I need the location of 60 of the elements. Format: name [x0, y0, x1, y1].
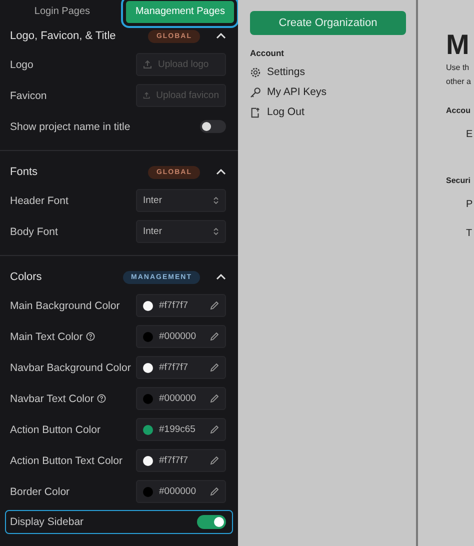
- color-input[interactable]: #199c65: [136, 418, 226, 441]
- section-title: Logo, Favicon, & Title: [10, 30, 117, 42]
- section-title: Fonts: [10, 166, 39, 178]
- color-input[interactable]: #f7f7f7: [136, 356, 226, 379]
- font-select[interactable]: Inter: [136, 189, 226, 212]
- sidebar-item[interactable]: Log Out: [250, 102, 404, 122]
- color-input[interactable]: #000000: [136, 480, 226, 503]
- tab[interactable]: Login Pages: [18, 0, 106, 23]
- color-input[interactable]: #000000: [136, 325, 226, 348]
- help-icon[interactable]: [86, 332, 95, 341]
- gear-icon: [250, 66, 261, 78]
- pencil-icon[interactable]: [210, 363, 219, 372]
- field-label: Main Background Color: [10, 300, 120, 312]
- chevron-up-icon[interactable]: [216, 33, 226, 39]
- field-label: Action Button Color: [10, 424, 100, 436]
- description-text: Use th: [446, 62, 470, 74]
- help-icon[interactable]: [96, 394, 106, 403]
- pencil-icon[interactable]: [210, 394, 219, 403]
- upload-icon: [143, 91, 150, 100]
- key-icon: [250, 86, 261, 98]
- color-input[interactable]: #f7f7f7: [136, 449, 226, 472]
- section-heading: Securi: [446, 176, 472, 185]
- description-text: other a: [446, 76, 472, 88]
- toggle-switch[interactable]: [197, 515, 226, 529]
- upload-icon: [143, 60, 152, 69]
- field-label: Navbar Text Color: [10, 392, 94, 404]
- field-label: Body Font: [10, 226, 58, 238]
- field-label: Action Button Text Color: [10, 454, 122, 466]
- field-label: Main Text Color: [10, 330, 83, 342]
- chevron-up-icon[interactable]: [216, 274, 226, 280]
- field-label: T: [465, 228, 474, 239]
- field-label: Border Color: [10, 486, 70, 498]
- sidebar-item[interactable]: Settings: [250, 62, 404, 82]
- field-label: Show project name in title: [10, 120, 130, 132]
- section-heading: Accou: [446, 106, 472, 115]
- pencil-icon[interactable]: [210, 487, 219, 496]
- up-down-caret-icon: [213, 227, 219, 236]
- section-title: Colors: [10, 271, 43, 283]
- sidebar-heading: Account: [250, 48, 285, 58]
- field-label: E: [465, 129, 474, 140]
- color-input[interactable]: #f7f7f7: [136, 294, 226, 317]
- color-input[interactable]: #000000: [136, 387, 226, 410]
- pencil-icon[interactable]: [210, 456, 219, 465]
- toggle-switch[interactable]: [200, 120, 226, 133]
- font-select[interactable]: Inter: [136, 220, 226, 243]
- logout-icon: [250, 106, 261, 118]
- sidebar-item[interactable]: My API Keys: [250, 82, 404, 102]
- page-title: M: [446, 30, 470, 60]
- chevron-up-icon[interactable]: [216, 169, 226, 175]
- pencil-icon[interactable]: [210, 332, 219, 341]
- field-label: Display Sidebar: [10, 516, 84, 528]
- field-label: P: [465, 199, 474, 210]
- field-label: Logo: [10, 58, 34, 70]
- field-label: Header Font: [10, 194, 68, 206]
- up-down-caret-icon: [213, 196, 219, 205]
- create-organization-button[interactable]: Create Organization: [250, 11, 406, 35]
- pencil-icon[interactable]: [210, 301, 219, 310]
- pencil-icon[interactable]: [210, 425, 219, 434]
- field-label: Navbar Background Color: [10, 362, 131, 374]
- field-label: Favicon: [10, 90, 47, 102]
